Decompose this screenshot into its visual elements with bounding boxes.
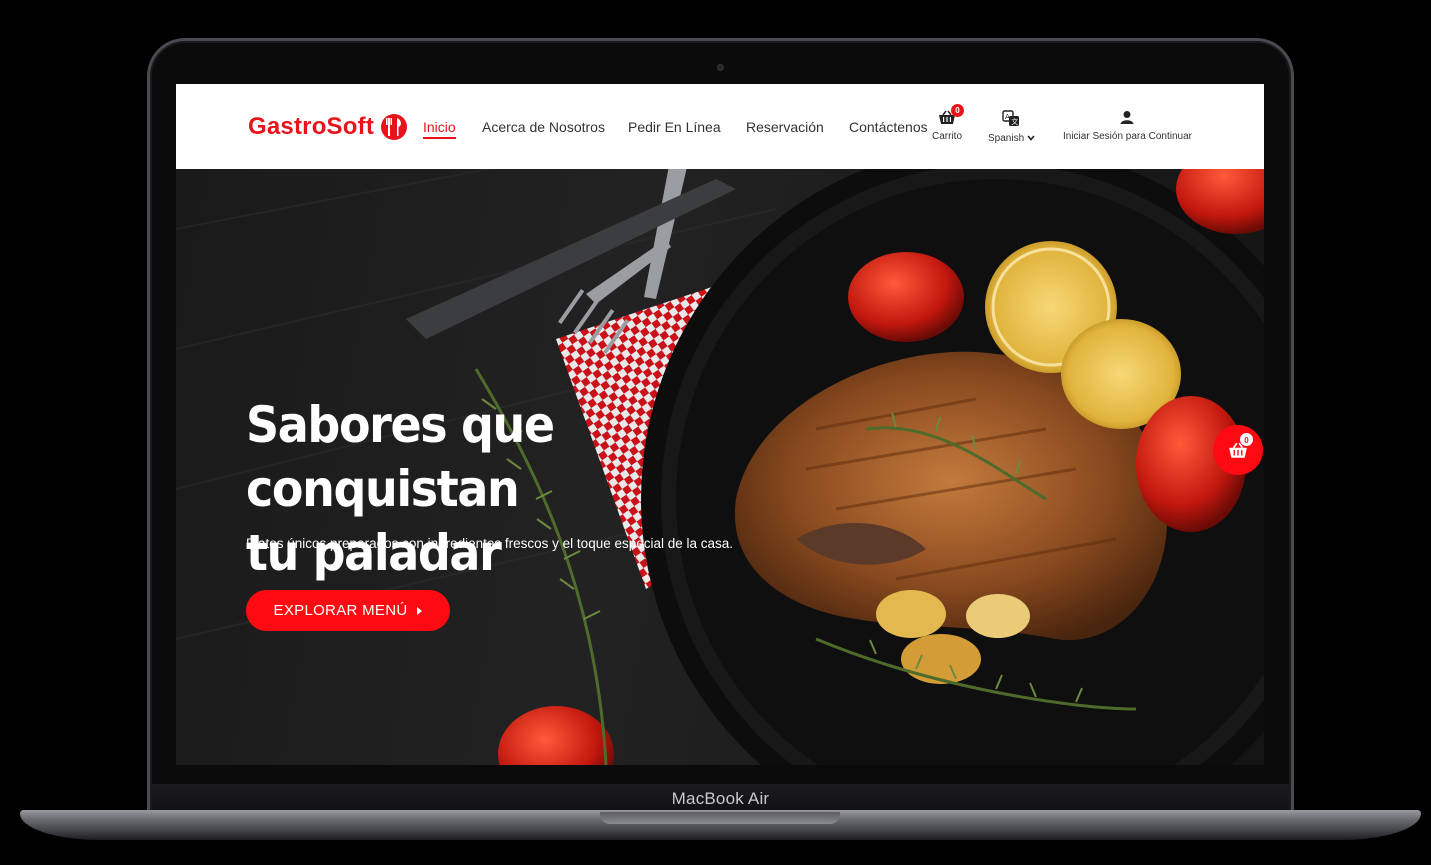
hero-title-line-1: Sabores que conquistan — [246, 396, 555, 518]
nav-contactenos[interactable]: Contáctenos — [849, 119, 928, 135]
camera — [717, 64, 724, 71]
cart-count-badge: 0 — [951, 104, 964, 117]
laptop-chin: MacBook Air — [152, 784, 1289, 812]
utensils-logo-icon — [381, 114, 408, 140]
hero-title: Sabores que conquistan tu paladar — [246, 393, 761, 585]
cart-button[interactable]: 0 Carrito — [932, 104, 964, 142]
logo-text: GastroSoft — [248, 113, 375, 140]
cart-label: Carrito — [932, 131, 963, 142]
translate-icon: A 文 — [1002, 110, 1020, 126]
hero-subtitle: Platos únicos preparados con ingrediente… — [246, 536, 734, 551]
navbar: GastroSoft Inicio Acerca de Nosotros Ped… — [176, 84, 1264, 169]
chevron-down-icon — [1027, 135, 1035, 142]
floating-cart-button[interactable]: 0 — [1213, 425, 1263, 475]
nav-inicio[interactable]: Inicio — [423, 119, 456, 139]
model-label: MacBook Air — [671, 789, 770, 808]
explore-menu-label: EXPLORAR MENÚ — [273, 602, 408, 619]
hero-title-line-2: tu paladar — [246, 524, 502, 582]
laptop-notch — [600, 812, 840, 824]
screen: GastroSoft Inicio Acerca de Nosotros Ped… — [176, 84, 1264, 765]
hero-section: Sabores que conquistan tu paladar Platos… — [176, 169, 1264, 765]
user-icon — [1120, 111, 1134, 124]
language-selector[interactable]: A 文 Spanish — [988, 110, 1035, 144]
explore-menu-button[interactable]: EXPLORAR MENÚ — [246, 590, 450, 631]
login-button[interactable]: Iniciar Sesión para Continuar — [1063, 110, 1192, 142]
svg-text:文: 文 — [1012, 117, 1019, 126]
caret-right-icon — [417, 606, 423, 615]
language-label: Spanish — [988, 133, 1035, 144]
login-label: Iniciar Sesión para Continuar — [1063, 131, 1192, 142]
nav-reservacion[interactable]: Reservación — [746, 119, 824, 135]
floating-cart-badge: 0 — [1240, 433, 1253, 446]
nav-pedir[interactable]: Pedir En Línea — [628, 119, 721, 135]
nav-acerca[interactable]: Acerca de Nosotros — [482, 119, 605, 135]
logo[interactable]: GastroSoft — [248, 112, 408, 142]
